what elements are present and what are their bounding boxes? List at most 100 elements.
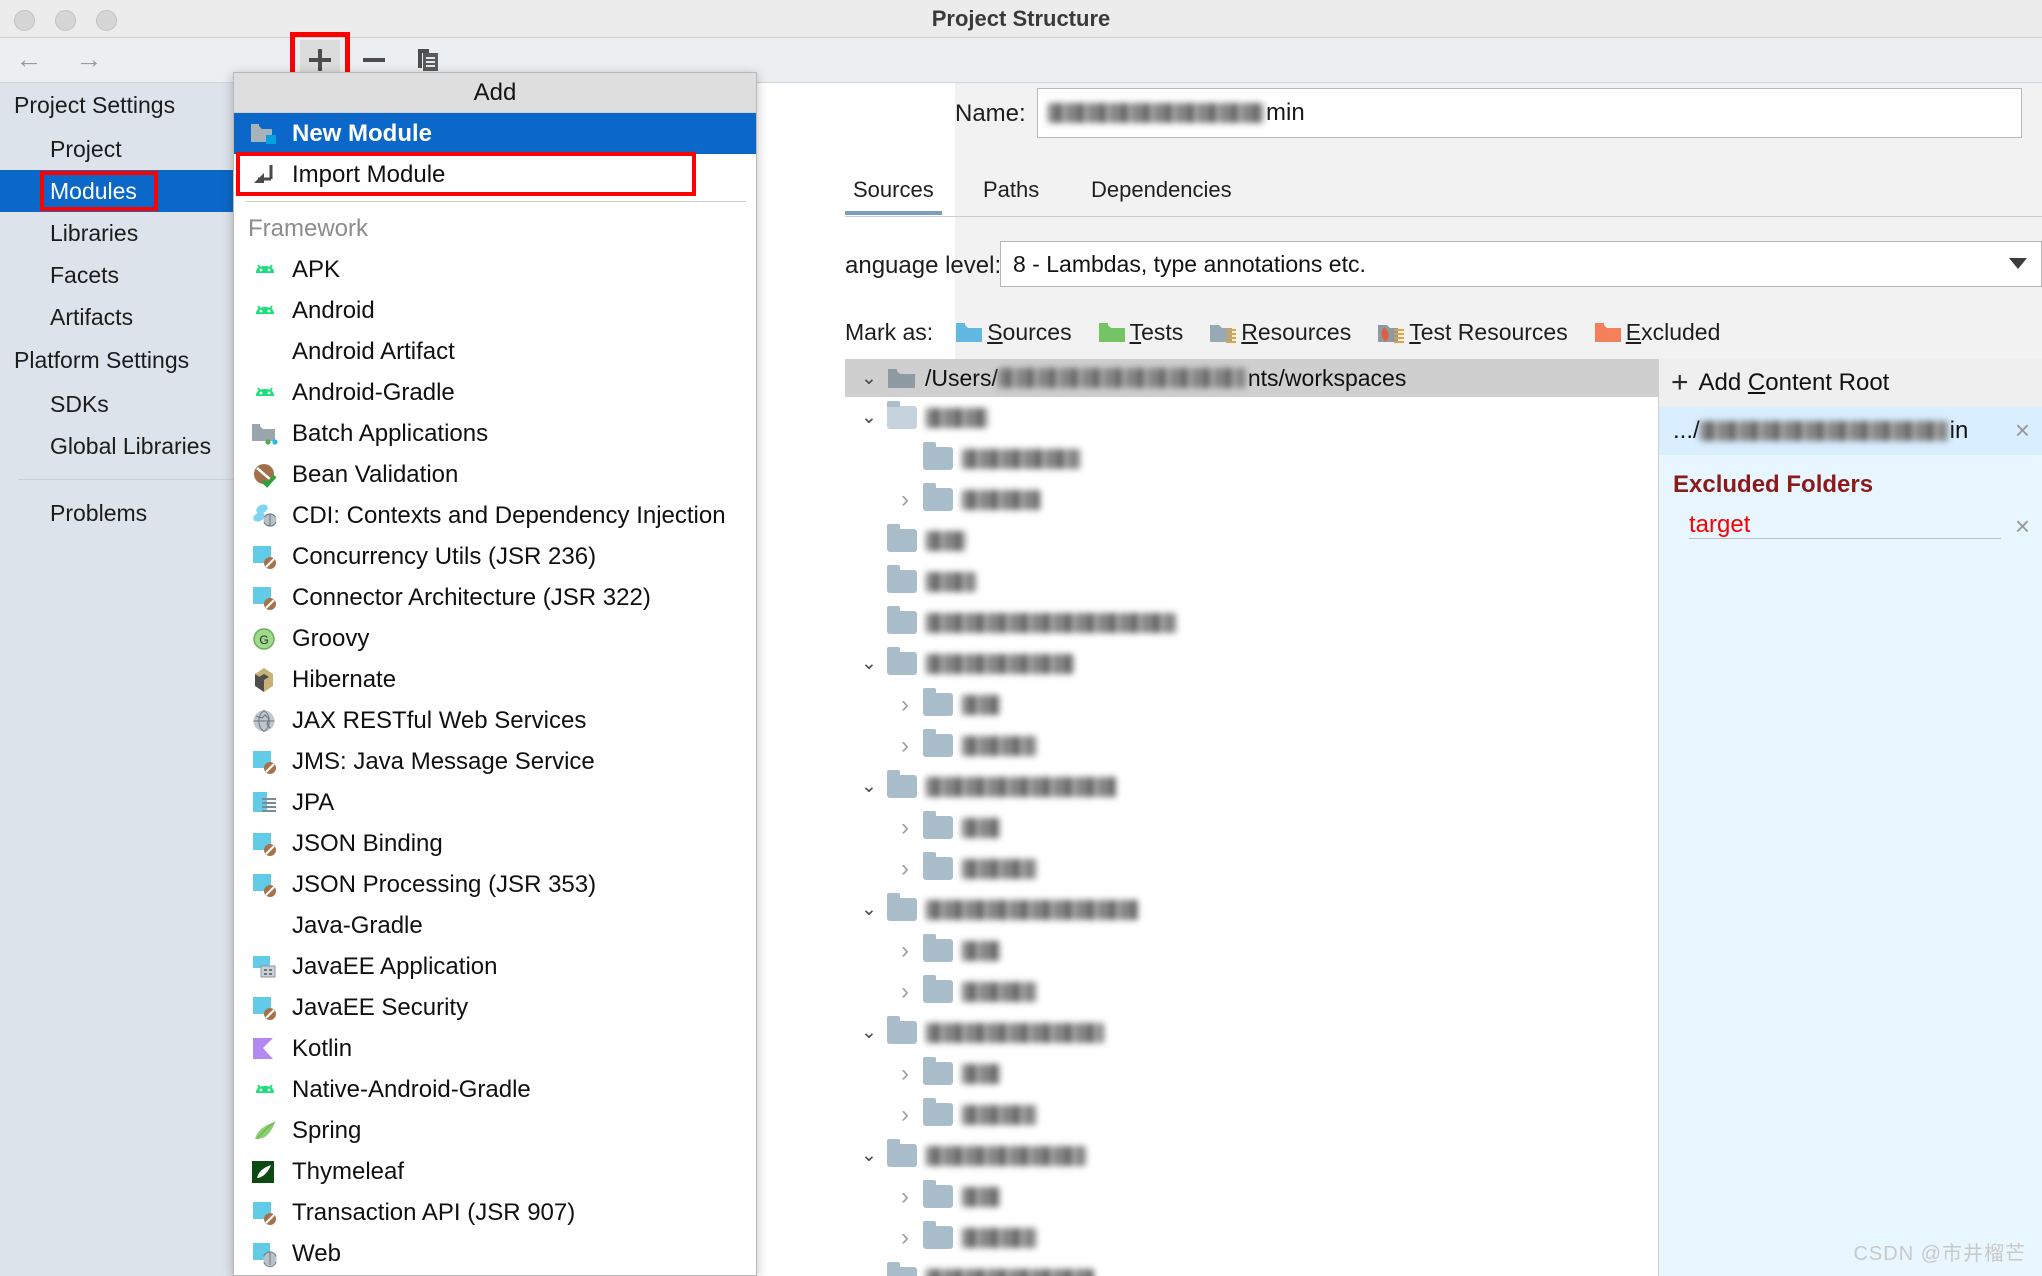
- redacted-node-label: [926, 653, 1074, 674]
- menu-item-framework[interactable]: JAX RESTful Web Services: [234, 700, 756, 741]
- mark-as-test-resources[interactable]: Test Resources: [1377, 319, 1568, 346]
- menu-item-label: JPA: [292, 788, 335, 816]
- tab-paths[interactable]: Paths: [975, 173, 1047, 207]
- menu-item-framework[interactable]: Transaction API (JSR 907): [234, 1192, 756, 1233]
- menu-item-framework[interactable]: Android Artifact: [234, 331, 756, 372]
- tree-node[interactable]: ›: [845, 807, 1658, 848]
- tree-node[interactable]: ⌄: [845, 1135, 1658, 1176]
- menu-item-framework[interactable]: Java-Gradle: [234, 905, 756, 946]
- tree-node[interactable]: ⌄: [845, 1258, 1658, 1276]
- menu-item-framework[interactable]: JMS: Java Message Service: [234, 741, 756, 782]
- menu-item-framework[interactable]: Android: [234, 290, 756, 331]
- mark-as-sources[interactable]: Sources: [955, 319, 1072, 346]
- menu-item-label: JSON Binding: [292, 829, 443, 857]
- language-level-select[interactable]: 8 - Lambdas, type annotations etc.: [1000, 241, 2042, 287]
- tree-twisty-right-icon[interactable]: ›: [887, 855, 923, 883]
- menu-item-framework[interactable]: JavaEE Security: [234, 987, 756, 1028]
- remove-excluded-folder-icon[interactable]: ×: [2015, 513, 2030, 539]
- menu-item-import-module[interactable]: Import Module: [234, 152, 756, 196]
- tree-node[interactable]: ⌄: [845, 1012, 1658, 1053]
- android-icon: [248, 296, 282, 326]
- menu-item-framework[interactable]: Bean Validation: [234, 454, 756, 495]
- back-arrow-icon[interactable]: ←: [12, 46, 46, 74]
- remove-content-root-icon[interactable]: ×: [2015, 417, 2030, 443]
- tree-node[interactable]: ⌄: [845, 643, 1658, 684]
- menu-item-framework[interactable]: G Groovy: [234, 618, 756, 659]
- tree-twisty-down-icon[interactable]: ⌄: [851, 406, 887, 429]
- tree-twisty-right-icon[interactable]: ›: [887, 486, 923, 514]
- mark-as-label-excluded: Excluded: [1625, 318, 1721, 345]
- tree-node[interactable]: ›: [845, 930, 1658, 971]
- folder-icon: [887, 1262, 917, 1276]
- tree-twisty-right-icon[interactable]: ›: [887, 1060, 923, 1088]
- tree-twisty-right-icon[interactable]: ›: [887, 732, 923, 760]
- tree-twisty-right-icon[interactable]: ›: [887, 814, 923, 842]
- mark-as-excluded[interactable]: Excluded: [1594, 318, 1721, 346]
- tree-twisty-right-icon[interactable]: ›: [887, 1224, 923, 1252]
- tree-node[interactable]: ›: [845, 1176, 1658, 1217]
- tree-root-row[interactable]: ⌄ /Users/nts/workspaces: [845, 359, 1658, 397]
- tree-twisty-right-icon[interactable]: ›: [887, 937, 923, 965]
- tree-twisty-right-icon[interactable]: ›: [887, 1101, 923, 1129]
- tree-twisty-down-icon[interactable]: ⌄: [851, 775, 887, 798]
- menu-item-framework[interactable]: JSON Processing (JSR 353): [234, 864, 756, 905]
- menu-item-framework[interactable]: Thymeleaf: [234, 1151, 756, 1192]
- redacted-node-label: [926, 1145, 1086, 1166]
- tree-node[interactable]: ›: [845, 848, 1658, 889]
- tree-node[interactable]: ⌄: [845, 766, 1658, 807]
- tree-node[interactable]: ›: [845, 971, 1658, 1012]
- menu-item-framework[interactable]: APK: [234, 249, 756, 290]
- mark-as-resources[interactable]: Resources: [1209, 319, 1351, 346]
- menu-item-framework[interactable]: Spring: [234, 1110, 756, 1151]
- add-content-root-button[interactable]: + Add Content Root: [1659, 359, 2042, 407]
- tree-node[interactable]: [845, 561, 1658, 602]
- tab-dependencies[interactable]: Dependencies: [1083, 173, 1240, 207]
- tree-node[interactable]: ›: [845, 1053, 1658, 1094]
- tree-node[interactable]: ›: [845, 479, 1658, 520]
- tree-twisty-down-icon[interactable]: ⌄: [851, 367, 887, 390]
- menu-item-new-module[interactable]: New Module: [234, 113, 756, 154]
- tree-twisty-down-icon[interactable]: ⌄: [851, 652, 887, 675]
- menu-item-framework[interactable]: Web: [234, 1233, 756, 1274]
- tree-node[interactable]: ›: [845, 1217, 1658, 1258]
- tree-node[interactable]: ›: [845, 725, 1658, 766]
- menu-item-framework[interactable]: JavaEE Application: [234, 946, 756, 987]
- menu-item-framework[interactable]: Hibernate: [234, 659, 756, 700]
- tree-node[interactable]: [845, 520, 1658, 561]
- menu-item-label: Android-Gradle: [292, 378, 455, 406]
- menu-item-framework[interactable]: Native-Android-Gradle: [234, 1069, 756, 1110]
- module-name-input[interactable]: min: [1037, 88, 2022, 138]
- menu-item-framework[interactable]: Batch Applications: [234, 413, 756, 454]
- content-roots-tree[interactable]: ⌄ /Users/nts/workspaces ⌄ › ⌄ › › ⌄ › › ⌄ › › ⌄ › › ⌄ ›…: [845, 359, 1658, 1276]
- tree-twisty-down-icon[interactable]: ⌄: [851, 1144, 887, 1167]
- menu-item-framework[interactable]: Kotlin: [234, 1028, 756, 1069]
- menu-item-label: CDI: Contexts and Dependency Injection: [292, 501, 726, 529]
- navigation-buttons: ← →: [12, 46, 106, 74]
- tree-twisty-right-icon[interactable]: ›: [887, 978, 923, 1006]
- content-root-path-row[interactable]: .../ in ×: [1659, 407, 2042, 455]
- tree-node[interactable]: [845, 602, 1658, 643]
- mark-as-tests[interactable]: Tests: [1098, 319, 1183, 346]
- menu-item-framework[interactable]: CDI: Contexts and Dependency Injection: [234, 495, 756, 536]
- kotlin-icon: [248, 1034, 282, 1064]
- tree-twisty-down-icon[interactable]: ⌄: [851, 1021, 887, 1044]
- tree-node[interactable]: ›: [845, 684, 1658, 725]
- forward-arrow-icon[interactable]: →: [72, 46, 106, 74]
- redacted-node-label: [926, 899, 1138, 920]
- menu-item-framework[interactable]: Android-Gradle: [234, 372, 756, 413]
- tree-node[interactable]: ⌄: [845, 889, 1658, 930]
- tab-sources[interactable]: Sources: [845, 173, 942, 215]
- excluded-folder-item[interactable]: target ×: [1659, 503, 2042, 547]
- tree-twisty-right-icon[interactable]: ›: [887, 691, 923, 719]
- menu-item-framework[interactable]: Concurrency Utils (JSR 236): [234, 536, 756, 577]
- menu-item-framework[interactable]: Connector Architecture (JSR 322): [234, 577, 756, 618]
- tree-twisty-down-icon[interactable]: ⌄: [851, 898, 887, 921]
- tree-twisty-right-icon[interactable]: ›: [887, 1183, 923, 1211]
- tree-node[interactable]: ⌄: [845, 397, 1658, 438]
- menu-item-framework[interactable]: JPA: [234, 782, 756, 823]
- menu-item-framework[interactable]: JSON Binding: [234, 823, 756, 864]
- tree-twisty-down-icon[interactable]: ⌄: [851, 1267, 887, 1276]
- root-folder-icon: [888, 368, 915, 388]
- tree-node[interactable]: ›: [845, 1094, 1658, 1135]
- tree-node[interactable]: [845, 438, 1658, 479]
